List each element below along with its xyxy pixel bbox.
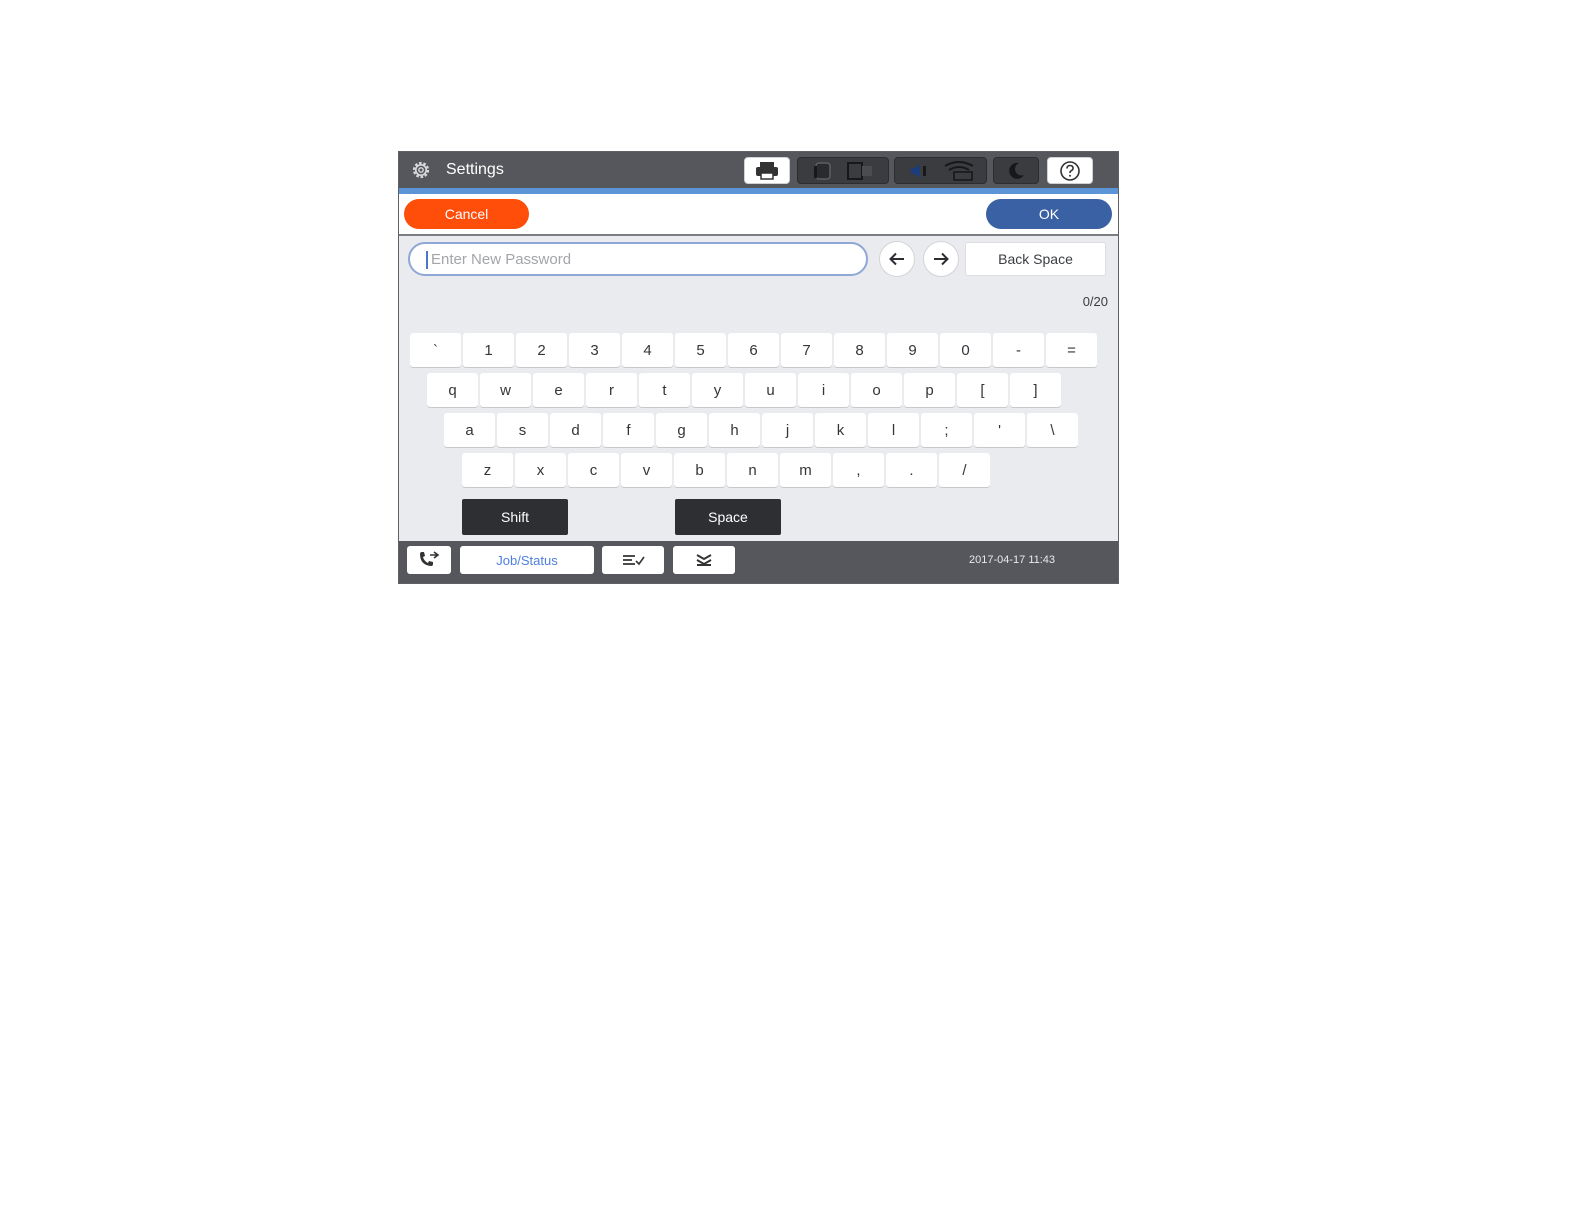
keyboard-row-2: q w e r t y u i o p [ ] bbox=[427, 373, 1061, 407]
key[interactable]: v bbox=[621, 453, 672, 487]
password-input[interactable]: Enter New Password bbox=[408, 242, 868, 276]
arrow-right-icon bbox=[934, 252, 949, 266]
text-cursor bbox=[426, 251, 428, 269]
wifi-direct-icon bbox=[847, 161, 872, 180]
help-button[interactable] bbox=[1047, 157, 1093, 184]
keyboard-row-1: ` 1 2 3 4 5 6 7 8 9 0 - = bbox=[410, 333, 1097, 367]
key[interactable]: / bbox=[939, 453, 990, 487]
key[interactable]: i bbox=[798, 373, 849, 407]
key[interactable]: r bbox=[586, 373, 637, 407]
key[interactable]: f bbox=[603, 413, 654, 447]
key[interactable]: o bbox=[851, 373, 902, 407]
key[interactable]: p bbox=[904, 373, 955, 407]
key[interactable]: z bbox=[462, 453, 513, 487]
key[interactable]: x bbox=[515, 453, 566, 487]
key[interactable]: 3 bbox=[569, 333, 620, 367]
printer-control-panel: Settings Cancel OK Enter New Password Ba… bbox=[398, 151, 1119, 584]
key[interactable]: m bbox=[780, 453, 831, 487]
key[interactable]: l bbox=[868, 413, 919, 447]
key[interactable]: . bbox=[886, 453, 937, 487]
wifi-off-icon bbox=[944, 160, 973, 181]
cursor-right-button[interactable] bbox=[923, 241, 959, 277]
key[interactable]: 5 bbox=[675, 333, 726, 367]
key[interactable]: n bbox=[727, 453, 778, 487]
cancel-button[interactable]: Cancel bbox=[404, 199, 529, 229]
character-counter: 0/20 bbox=[1082, 294, 1108, 309]
key[interactable]: d bbox=[550, 413, 601, 447]
key[interactable]: j bbox=[762, 413, 813, 447]
backspace-button[interactable]: Back Space bbox=[965, 242, 1106, 276]
action-bar: Cancel OK bbox=[399, 194, 1118, 234]
key[interactable]: 4 bbox=[622, 333, 673, 367]
key[interactable]: b bbox=[674, 453, 725, 487]
keyboard-row-4: z x c v b n m , . / bbox=[462, 453, 990, 487]
key[interactable]: \ bbox=[1027, 413, 1078, 447]
key[interactable]: u bbox=[745, 373, 796, 407]
key[interactable]: 0 bbox=[940, 333, 991, 367]
key[interactable]: 2 bbox=[516, 333, 567, 367]
sleep-button[interactable] bbox=[993, 157, 1039, 184]
key[interactable]: k bbox=[815, 413, 866, 447]
key[interactable]: 6 bbox=[728, 333, 779, 367]
key[interactable]: t bbox=[639, 373, 690, 407]
cursor-left-button[interactable] bbox=[879, 241, 915, 277]
key[interactable]: h bbox=[709, 413, 760, 447]
arrow-left-icon bbox=[889, 252, 904, 266]
sleep-icon bbox=[1009, 162, 1024, 179]
datetime-display: 2017-04-17 11:43 bbox=[969, 554, 1056, 566]
keyboard-row-3: a s d f g h j k l ; ' \ bbox=[444, 413, 1078, 447]
key[interactable]: q bbox=[427, 373, 478, 407]
ok-button[interactable]: OK bbox=[986, 199, 1112, 229]
key[interactable]: g bbox=[656, 413, 707, 447]
speaker-icon bbox=[910, 163, 926, 178]
paper-tray-icon bbox=[696, 554, 712, 566]
shift-key[interactable]: Shift bbox=[462, 499, 568, 535]
password-placeholder: Enter New Password bbox=[431, 251, 572, 268]
key[interactable]: c bbox=[568, 453, 619, 487]
key[interactable]: y bbox=[692, 373, 743, 407]
key[interactable]: , bbox=[833, 453, 884, 487]
key[interactable]: w bbox=[480, 373, 531, 407]
printer-status-button[interactable] bbox=[744, 157, 790, 184]
status-header: Settings bbox=[399, 152, 1118, 188]
job-list-button[interactable] bbox=[602, 546, 664, 574]
key[interactable]: 7 bbox=[781, 333, 832, 367]
key[interactable]: ; bbox=[921, 413, 972, 447]
job-status-label: Job/Status bbox=[496, 552, 558, 568]
key[interactable]: a bbox=[444, 413, 495, 447]
help-icon bbox=[1060, 160, 1080, 181]
paper-setting-button[interactable] bbox=[673, 546, 735, 574]
fax-button[interactable] bbox=[407, 546, 451, 574]
key[interactable]: 8 bbox=[834, 333, 885, 367]
page-title: Settings bbox=[446, 161, 504, 178]
printer-icon bbox=[756, 161, 778, 180]
memory-card-icon bbox=[814, 161, 831, 180]
key[interactable]: e bbox=[533, 373, 584, 407]
divider bbox=[399, 234, 1118, 236]
key[interactable]: ] bbox=[1010, 373, 1061, 407]
key[interactable]: ` bbox=[410, 333, 461, 367]
device-status-group[interactable] bbox=[797, 157, 889, 184]
key[interactable]: [ bbox=[957, 373, 1008, 407]
key[interactable]: = bbox=[1046, 333, 1097, 367]
gear-icon bbox=[412, 161, 430, 179]
key[interactable]: 9 bbox=[887, 333, 938, 367]
sound-network-group[interactable] bbox=[894, 157, 987, 184]
space-key[interactable]: Space bbox=[675, 499, 781, 535]
job-status-button[interactable]: Job/Status bbox=[460, 546, 594, 574]
key[interactable]: s bbox=[497, 413, 548, 447]
bottom-bar: Job/Status 2017-04-17 11:43 bbox=[399, 541, 1118, 583]
key[interactable]: 1 bbox=[463, 333, 514, 367]
job-list-icon bbox=[623, 555, 645, 566]
key[interactable]: ' bbox=[974, 413, 1025, 447]
fax-phone-icon bbox=[420, 551, 440, 566]
key[interactable]: - bbox=[993, 333, 1044, 367]
